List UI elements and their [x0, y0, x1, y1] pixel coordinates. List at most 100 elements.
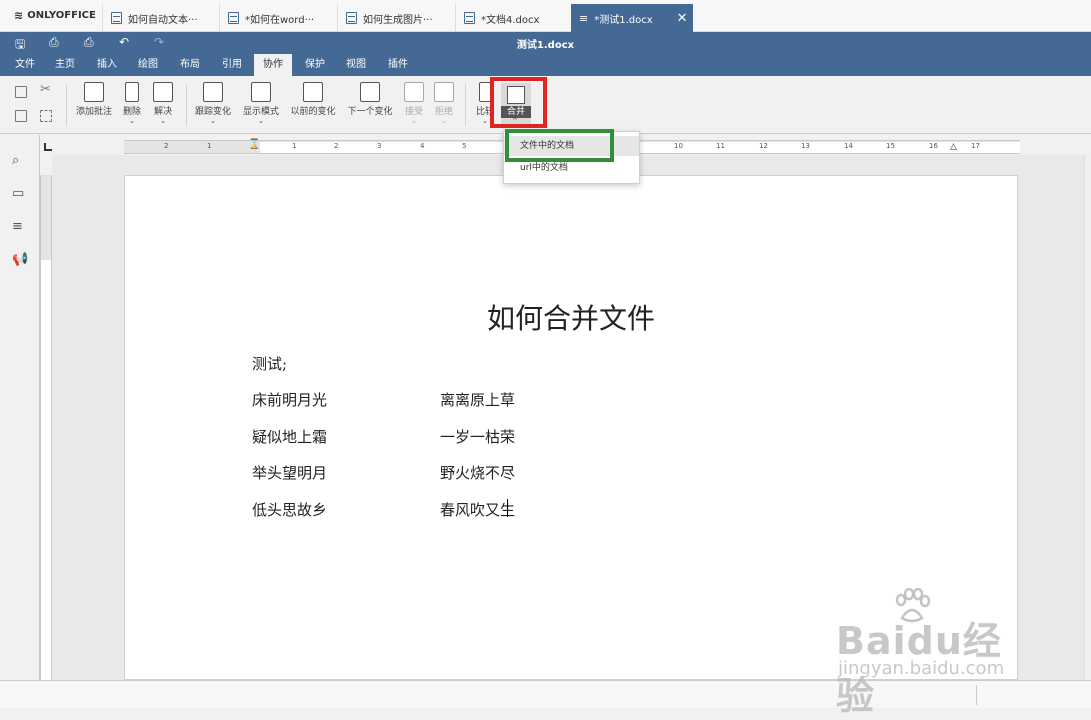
comments-icon[interactable]: ▭	[12, 186, 24, 201]
resolve-label: 解决	[153, 107, 172, 117]
poem-line: 床前明月光	[252, 391, 328, 409]
next-change-icon	[360, 82, 380, 102]
chevron-down-icon: ⌄	[210, 117, 216, 125]
track-changes-button[interactable]: 跟踪变化 ⌄	[193, 82, 233, 125]
document-icon	[464, 12, 475, 24]
tab-doc-1[interactable]: 如何自动文本···	[102, 4, 219, 32]
reject-icon	[434, 82, 454, 102]
select-all-icon[interactable]	[40, 110, 52, 122]
document-icon	[111, 12, 122, 24]
menu-protect[interactable]: 保护	[296, 54, 334, 76]
ruler-number: 13	[801, 142, 810, 150]
ruler-number: 5	[462, 142, 467, 150]
tab-label: *如何在word···	[245, 14, 315, 26]
chevron-down-icon: ⌄	[441, 117, 447, 125]
separator	[186, 84, 187, 126]
menu-file[interactable]: 文件	[6, 54, 44, 76]
next-change-label: 下一个变化	[347, 107, 393, 117]
tab-doc-active[interactable]: ≡ *测试1.docx ✕	[571, 4, 693, 32]
onlyoffice-logo-icon: ≋	[14, 9, 24, 22]
poem-line: 一岁一枯荣	[440, 428, 516, 446]
trash-icon	[125, 82, 139, 102]
menu-view[interactable]: 视图	[337, 54, 375, 76]
accept-icon	[404, 82, 424, 102]
right-indent-marker-icon[interactable]: △	[950, 142, 957, 152]
ruler-number: 2	[164, 142, 169, 150]
tab-doc-3[interactable]: 如何生成图片···	[337, 4, 455, 32]
paste-icon[interactable]	[15, 110, 27, 122]
next-change-button[interactable]: 下一个变化	[346, 82, 394, 117]
ruler-number: 16	[929, 142, 938, 150]
poem-line: 举头望明月	[252, 464, 328, 482]
resolve-button[interactable]: 解决 ⌄	[151, 82, 175, 125]
document-page[interactable]: 如何合并文件 测试; 床前明月光 离离原上草 疑似地上霜 一岁一枯荣 举头望明月…	[124, 175, 1018, 680]
ruler-number: 3	[377, 142, 382, 150]
app-logo: ≋ ONLYOFFICE	[14, 9, 96, 22]
menu-bar: 文件 主页 插入 绘图 布局 引用 协作 保护 视图 插件	[0, 54, 1091, 76]
ruler-number: 10	[674, 142, 683, 150]
document-heading: 如何合并文件	[486, 302, 655, 335]
menu-draw[interactable]: 绘图	[129, 54, 167, 76]
track-changes-icon	[203, 82, 223, 102]
tab-stop-selector[interactable]	[44, 143, 52, 151]
delete-button[interactable]: 删除 ⌄	[120, 82, 144, 125]
tab-doc-2[interactable]: *如何在word···	[219, 4, 337, 32]
ruler-number: 4	[420, 142, 425, 150]
resolve-check-icon	[153, 82, 173, 102]
reject-button[interactable]: 拒绝 ⌄	[432, 82, 456, 125]
menu-home[interactable]: 主页	[46, 54, 84, 76]
menu-layout[interactable]: 布局	[171, 54, 209, 76]
display-mode-button[interactable]: 显示模式 ⌄	[241, 82, 281, 125]
poem-line: 低头思故乡	[252, 501, 328, 519]
poem-line: 春风吹又生	[440, 501, 516, 519]
copy-icon[interactable]	[15, 86, 27, 98]
delete-label: 删除	[122, 107, 141, 117]
poem-line: 野火烧不尽	[440, 464, 516, 482]
ruler-number: 15	[886, 142, 895, 150]
vertical-scrollbar[interactable]	[1084, 155, 1091, 680]
menu-lines-icon: ≡	[579, 11, 589, 25]
tab-label: 如何自动文本···	[128, 14, 198, 26]
tab-label: *测试1.docx	[594, 14, 653, 26]
chevron-down-icon: ⌄	[160, 117, 166, 125]
tab-label: 如何生成图片···	[363, 14, 433, 26]
menu-insert[interactable]: 插入	[88, 54, 126, 76]
close-icon[interactable]: ✕	[677, 11, 688, 26]
indent-marker-icon[interactable]: ⌛	[248, 139, 260, 150]
file-option-highlight-box	[505, 129, 614, 162]
ruler-number: 17	[971, 142, 980, 150]
document-intro: 测试;	[252, 355, 288, 373]
poem-line: 疑似地上霜	[252, 428, 328, 446]
tab-doc-4[interactable]: *文档4.docx	[455, 4, 571, 32]
display-mode-label: 显示模式	[242, 107, 279, 117]
add-comment-label: 添加批注	[75, 107, 112, 117]
ruler-number: 1	[292, 142, 297, 150]
reject-label: 拒绝	[434, 107, 453, 117]
vertical-ruler[interactable]	[40, 175, 52, 680]
status-bar	[0, 680, 1091, 708]
search-icon[interactable]: ⌕	[12, 153, 19, 168]
cut-icon[interactable]: ✂	[40, 82, 51, 97]
navigation-icon[interactable]: ≡	[12, 219, 23, 234]
add-comment-button[interactable]: 添加批注	[74, 82, 114, 117]
menu-collaboration[interactable]: 协作	[254, 54, 292, 76]
feedback-icon[interactable]: 📢	[12, 252, 28, 267]
separator	[66, 84, 67, 126]
ruler-margin-area	[41, 175, 51, 260]
menu-plugins[interactable]: 插件	[379, 54, 417, 76]
document-icon	[346, 12, 357, 24]
tab-bar: ≋ ONLYOFFICE 如何自动文本··· *如何在word··· 如何生成图…	[0, 0, 1091, 32]
track-changes-label: 跟踪变化	[194, 107, 231, 117]
title-bar: 🖫 ⎙ ⎙ ↶ ↷ 测试1.docx	[0, 32, 1091, 54]
previous-change-button[interactable]: 以前的变化	[289, 82, 337, 117]
status-divider	[976, 685, 977, 705]
app-name: ONLYOFFICE	[27, 10, 96, 21]
accept-button[interactable]: 接受 ⌄	[402, 82, 426, 125]
comment-icon	[84, 82, 104, 102]
separator	[465, 84, 466, 126]
menu-references[interactable]: 引用	[213, 54, 251, 76]
merge-highlight-box	[490, 77, 547, 128]
ruler-number: 11	[716, 142, 725, 150]
ruler-number: 2	[334, 142, 339, 150]
previous-change-icon	[303, 82, 323, 102]
